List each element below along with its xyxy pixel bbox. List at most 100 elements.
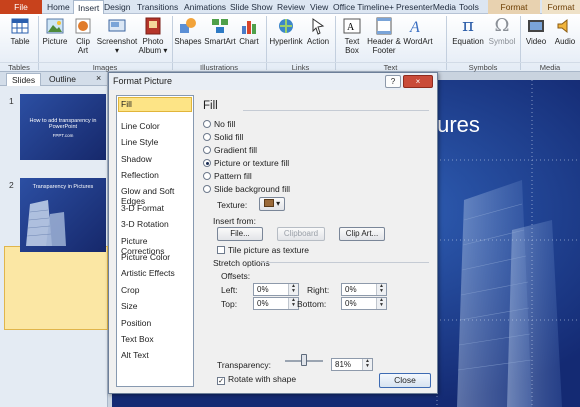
symbol-button-label: Symbol <box>488 37 516 46</box>
radio-label: No fill <box>214 119 236 129</box>
left-offset-input[interactable]: 0% ▲ ▼ <box>253 283 299 296</box>
slide-thumbnail-1[interactable]: How to add transparency in PowerPoint FP… <box>20 94 106 160</box>
bottom-offset-input[interactable]: 0% ▲ ▼ <box>341 297 387 310</box>
help-button[interactable]: ? <box>385 75 401 88</box>
category-text-box[interactable]: Text Box <box>121 334 154 344</box>
svg-text:A: A <box>409 19 420 36</box>
category-alt-text[interactable]: Alt Text <box>121 350 149 360</box>
tab-review[interactable]: Review <box>277 0 305 14</box>
tab-transitions[interactable]: Transitions <box>137 0 178 14</box>
video-icon <box>526 16 546 36</box>
tab-format-picture[interactable]: Format <box>542 0 580 14</box>
tab-format-drawing[interactable]: Format <box>488 0 540 14</box>
symbol-button[interactable]: Ω Symbol <box>486 16 518 47</box>
action-button[interactable]: Action <box>305 16 331 46</box>
header-footer-button[interactable]: Header & Footer <box>366 16 402 55</box>
text-box-button[interactable]: A Text Box <box>338 16 366 55</box>
category-picture-color[interactable]: Picture Color <box>121 252 170 262</box>
tab-office-timeline[interactable]: Office Timeline+ <box>333 0 394 14</box>
table-button[interactable]: Table <box>4 16 36 46</box>
tab-outline[interactable]: Outline <box>44 73 81 86</box>
wordart-button[interactable]: A WordArt <box>402 16 434 46</box>
picture-button[interactable]: Picture <box>40 16 70 46</box>
category-reflection[interactable]: Reflection <box>121 170 159 180</box>
radio-no-fill[interactable]: No fill <box>203 119 235 129</box>
equation-button-label: Equation <box>452 37 484 46</box>
left-offset-value: 0% <box>257 285 269 294</box>
table-button-label: Table <box>10 37 30 46</box>
tab-file[interactable]: File <box>0 0 42 14</box>
panel-title-rule <box>243 110 429 111</box>
clipboard-button[interactable]: Clipboard <box>277 227 325 241</box>
tab-insert[interactable]: Insert <box>73 0 105 15</box>
audio-icon <box>555 16 575 36</box>
top-offset-value: 0% <box>257 299 269 308</box>
equation-button[interactable]: π Equation <box>450 16 486 47</box>
chart-button[interactable]: Chart <box>237 16 261 46</box>
file-button[interactable]: File... <box>217 227 263 241</box>
category-artistic-effects[interactable]: Artistic Effects <box>121 268 175 278</box>
right-offset-input[interactable]: 0% ▲ ▼ <box>341 283 387 296</box>
tab-view[interactable]: View <box>310 0 328 14</box>
insert-from-label: Insert from: <box>213 216 256 226</box>
tab-home[interactable]: Home <box>47 0 70 14</box>
tab-presentermedia[interactable]: PresenterMedia <box>396 0 456 14</box>
transparency-input[interactable]: 81% ▲ ▼ <box>331 358 373 371</box>
tile-label: Tile picture as texture <box>228 245 309 255</box>
category-3d-rotation[interactable]: 3-D Rotation <box>121 219 169 229</box>
close-button[interactable]: Close <box>379 373 431 388</box>
screenshot-button[interactable]: Screenshot ▾ <box>96 16 138 55</box>
dialog-titlebar[interactable]: Format Picture ? × <box>109 73 437 90</box>
picture-icon <box>45 16 65 36</box>
spinner-arrows-icon[interactable]: ▲ ▼ <box>376 298 386 309</box>
texture-swatch-icon <box>263 199 274 207</box>
text-box-icon: A <box>342 16 362 36</box>
tab-tools[interactable]: Tools <box>459 0 479 14</box>
photo-album-button[interactable]: Photo Album ▾ <box>138 16 168 55</box>
category-line-style[interactable]: Line Style <box>121 137 158 147</box>
clip-art-icon <box>73 16 93 36</box>
tab-slides[interactable]: Slides <box>6 73 42 86</box>
rotate-with-shape-checkbox[interactable]: ✓ Rotate with shape <box>217 374 296 385</box>
hyperlink-button[interactable]: Hyperlink <box>268 16 304 46</box>
radio-solid-fill[interactable]: Solid fill <box>203 132 243 142</box>
radio-slide-background-fill[interactable]: Slide background fill <box>203 184 290 194</box>
radio-dot <box>203 133 211 141</box>
texture-dropdown[interactable]: ▾ <box>259 197 285 211</box>
spinner-arrows-icon[interactable]: ▲ ▼ <box>288 284 298 295</box>
close-pane-icon[interactable]: × <box>96 73 101 83</box>
category-line-color[interactable]: Line Color <box>121 121 160 131</box>
category-size[interactable]: Size <box>121 301 138 311</box>
right-offset-label: Right: <box>307 285 330 295</box>
tile-checkbox[interactable]: Tile picture as texture <box>217 245 309 255</box>
tab-slide-show[interactable]: Slide Show <box>230 0 273 14</box>
category-crop[interactable]: Crop <box>121 285 139 295</box>
radio-picture-texture-fill[interactable]: Picture or texture fill <box>203 158 289 168</box>
category-position[interactable]: Position <box>121 318 151 328</box>
radio-label: Picture or texture fill <box>214 158 290 168</box>
format-picture-dialog: Format Picture ? × Fill Line Color Line … <box>108 72 438 394</box>
top-offset-input[interactable]: 0% ▲ ▼ <box>253 297 299 310</box>
radio-pattern-fill[interactable]: Pattern fill <box>203 171 252 181</box>
clip-art-dialog-button[interactable]: Clip Art... <box>339 227 385 241</box>
tab-animations[interactable]: Animations <box>184 0 226 14</box>
category-3d-format[interactable]: 3-D Format <box>121 203 164 213</box>
category-shadow[interactable]: Shadow <box>121 154 152 164</box>
smartart-button[interactable]: SmartArt <box>203 16 237 46</box>
close-x-button[interactable]: × <box>403 75 433 88</box>
video-button[interactable]: Video <box>522 16 550 46</box>
radio-gradient-fill[interactable]: Gradient fill <box>203 145 257 155</box>
clip-art-button[interactable]: Clip Art <box>70 16 96 55</box>
spinner-arrows-icon[interactable]: ▲ ▼ <box>362 359 372 370</box>
audio-button[interactable]: Audio <box>551 16 579 46</box>
shapes-button[interactable]: Shapes <box>174 16 202 46</box>
transparency-slider-thumb[interactable] <box>301 354 307 366</box>
slide-thumbnail-2[interactable]: Transparency in Pictures <box>20 178 106 252</box>
panel-title: Fill <box>203 100 218 112</box>
spinner-arrows-icon[interactable]: ▲ ▼ <box>376 284 386 295</box>
category-list: Fill Line Color Line Style Shadow Reflec… <box>116 95 194 387</box>
tab-design[interactable]: Design <box>104 0 130 14</box>
chart-icon <box>239 16 259 36</box>
radio-dot <box>203 146 211 154</box>
category-fill[interactable]: Fill <box>118 97 192 112</box>
